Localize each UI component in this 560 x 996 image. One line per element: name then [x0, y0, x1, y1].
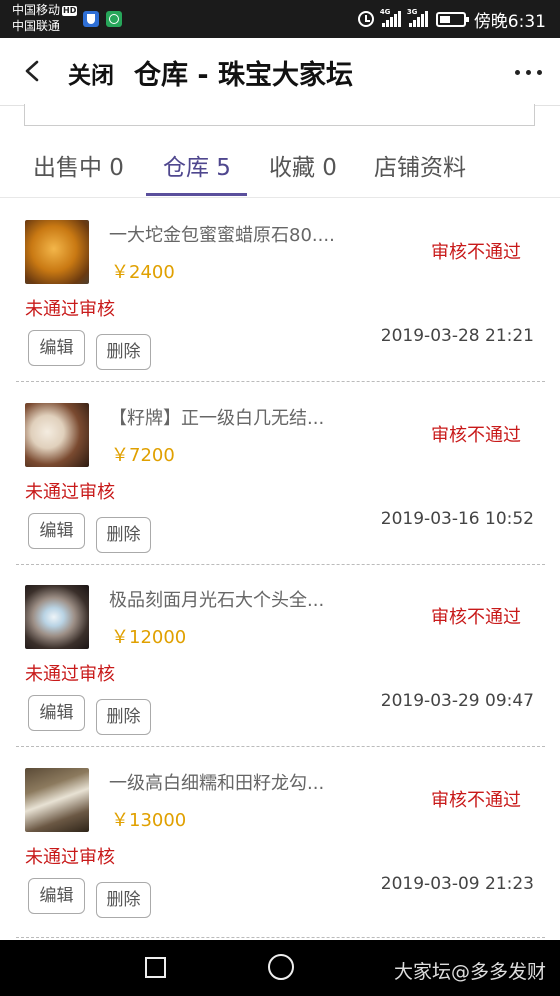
- reject-label: 未通过审核: [25, 482, 115, 503]
- reject-label: 未通过审核: [25, 299, 115, 320]
- clock: 傍晚6:31: [473, 11, 546, 32]
- delete-button[interactable]: 删除: [96, 699, 151, 735]
- shield-app-icon: [83, 11, 99, 27]
- product-thumbnail[interactable]: [25, 768, 89, 832]
- active-tab-indicator: [146, 193, 247, 196]
- recent-apps-icon[interactable]: [145, 957, 166, 978]
- hd-badge: HD: [62, 6, 78, 16]
- status-bar: 中国移动 HD 中国联通 4G 3G 傍晚6:31: [0, 0, 560, 38]
- home-icon[interactable]: [268, 954, 294, 980]
- product-name[interactable]: 【籽牌】正一级白几无结...: [109, 404, 324, 430]
- timestamp: 2019-03-28 21:21: [380, 326, 534, 346]
- product-price: ￥13000: [111, 810, 187, 831]
- reject-label: 未通过审核: [25, 664, 115, 685]
- product-thumbnail[interactable]: [25, 220, 89, 284]
- product-price: ￥2400: [111, 262, 175, 283]
- tab-warehouse[interactable]: 仓库 5: [163, 148, 231, 182]
- edit-button[interactable]: 编辑: [28, 330, 85, 366]
- product-price: ￥7200: [111, 445, 175, 466]
- product-name[interactable]: 一级高白细糯和田籽龙勾...: [109, 769, 324, 795]
- app-header: 关闭 仓库 - 珠宝大家坛: [0, 38, 560, 106]
- list-item[interactable]: 一大坨金包蜜蜜蜡原石80.... ￥2400 审核不通过 未通过审核 编辑 删除…: [16, 200, 545, 382]
- product-thumbnail[interactable]: [25, 403, 89, 467]
- product-thumbnail[interactable]: [25, 585, 89, 649]
- signal-icon: 3G: [406, 8, 428, 27]
- list-item[interactable]: 【籽牌】正一级白几无结... ￥7200 审核不通过 未通过审核 编辑 删除 2…: [16, 383, 545, 565]
- search-box[interactable]: [24, 104, 535, 126]
- system-nav-bar: 大家坛@多多发财: [0, 940, 560, 996]
- tab-shop-info[interactable]: 店铺资料: [374, 148, 466, 182]
- timestamp: 2019-03-29 09:47: [380, 691, 534, 711]
- product-name[interactable]: 极品刻面月光石大个头全...: [109, 586, 324, 612]
- product-name[interactable]: 一大坨金包蜜蜜蜡原石80....: [109, 221, 335, 247]
- page-title: 仓库 - 珠宝大家坛: [134, 60, 354, 91]
- edit-button[interactable]: 编辑: [28, 513, 85, 549]
- review-status: 审核不通过: [431, 425, 521, 446]
- list-item[interactable]: 极品刻面月光石大个头全... ￥12000 审核不通过 未通过审核 编辑 删除 …: [16, 565, 545, 747]
- carrier-1: 中国移动: [12, 3, 61, 17]
- close-button[interactable]: 关闭: [68, 56, 114, 90]
- more-options-icon[interactable]: [515, 70, 542, 75]
- network-type-2: 3G: [406, 8, 418, 16]
- list-item[interactable]: 一级高白细糯和田籽龙勾... ￥13000 审核不通过 未通过审核 编辑 删除 …: [16, 748, 545, 938]
- review-status: 审核不通过: [431, 607, 521, 628]
- alarm-icon: [357, 11, 374, 27]
- delete-button[interactable]: 删除: [96, 334, 151, 370]
- back-arrow-icon[interactable]: [22, 60, 44, 82]
- tab-bar: 出售中 0 仓库 5 收藏 0 店铺资料: [0, 140, 560, 198]
- battery-icon: [435, 11, 469, 27]
- green-app-icon: [106, 11, 122, 27]
- signal-icon: 4G: [379, 8, 401, 27]
- reject-label: 未通过审核: [25, 847, 115, 868]
- timestamp: 2019-03-09 21:23: [380, 874, 534, 894]
- review-status: 审核不通过: [431, 242, 521, 263]
- timestamp: 2019-03-16 10:52: [380, 509, 534, 529]
- edit-button[interactable]: 编辑: [28, 695, 85, 731]
- tab-favorites[interactable]: 收藏 0: [269, 148, 337, 182]
- status-right: 4G 3G 傍晚6:31: [357, 0, 546, 38]
- watermark: 大家坛@多多发财: [393, 961, 546, 983]
- carrier-info: 中国移动 HD 中国联通: [12, 2, 78, 34]
- delete-button[interactable]: 删除: [96, 882, 151, 918]
- product-price: ￥12000: [111, 627, 187, 648]
- review-status: 审核不通过: [431, 790, 521, 811]
- carrier-2: 中国联通: [12, 19, 61, 33]
- delete-button[interactable]: 删除: [96, 517, 151, 553]
- edit-button[interactable]: 编辑: [28, 878, 85, 914]
- network-type-1: 4G: [379, 8, 391, 16]
- tab-on-sale[interactable]: 出售中 0: [33, 148, 124, 182]
